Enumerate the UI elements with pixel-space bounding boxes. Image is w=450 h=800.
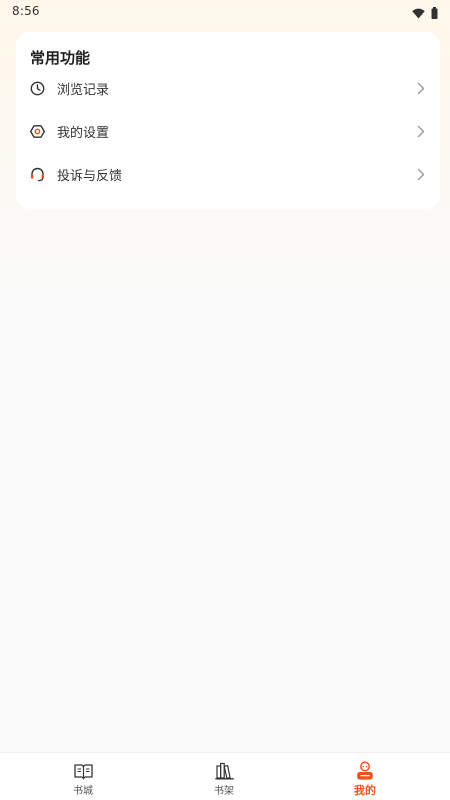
menu-item-browsing-history[interactable]: 浏览记录 [16, 70, 440, 106]
menu-item-label: 投诉与反馈 [57, 168, 123, 184]
menu-item-my-settings[interactable]: 我的设置 [16, 113, 440, 149]
tab-label: 书架 [214, 786, 234, 797]
status-icons [412, 4, 438, 23]
open-book-icon [73, 761, 93, 781]
card-title: 常用功能 [30, 49, 91, 67]
chevron-right-icon [416, 81, 426, 95]
settings-icon [29, 123, 45, 139]
menu-item-label: 浏览记录 [57, 82, 110, 98]
bookshelf-icon [214, 761, 234, 781]
tab-label: 我的 [354, 784, 376, 797]
bottom-tab-bar: 书城 书架 我的 [0, 752, 450, 800]
headset-icon [29, 166, 45, 182]
common-functions-card: 常用功能 浏览记录 我的设置 投诉与反馈 [16, 32, 440, 209]
menu-item-complaints-feedback[interactable]: 投诉与反馈 [16, 156, 440, 192]
tab-label: 书城 [73, 786, 93, 797]
menu-item-label: 我的设置 [57, 125, 110, 141]
wifi-icon [412, 4, 425, 23]
tab-bookshelf[interactable]: 书架 [149, 753, 299, 800]
chevron-right-icon [416, 167, 426, 181]
clock-icon [29, 80, 45, 96]
status-bar: 8:56 [0, 0, 450, 22]
tab-mine[interactable]: 我的 [290, 753, 440, 800]
chevron-right-icon [416, 124, 426, 138]
status-time: 8:56 [12, 4, 40, 18]
tab-bookstore[interactable]: 书城 [8, 753, 158, 800]
user-icon [355, 761, 375, 781]
battery-icon [431, 4, 438, 23]
